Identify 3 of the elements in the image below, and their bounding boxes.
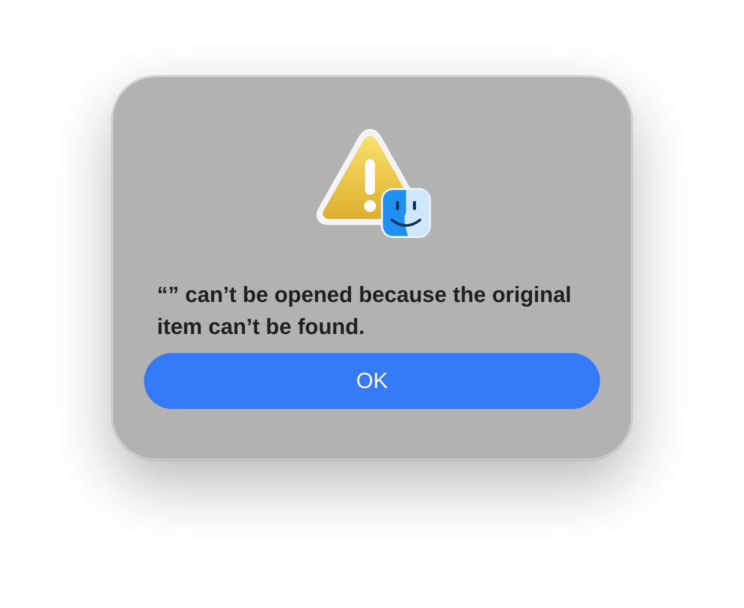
ok-button[interactable]: OK (144, 353, 600, 409)
smiley-face-icon (380, 187, 432, 239)
alert-message: “” can’t be opened because the original item can’t be found. (156, 281, 572, 341)
